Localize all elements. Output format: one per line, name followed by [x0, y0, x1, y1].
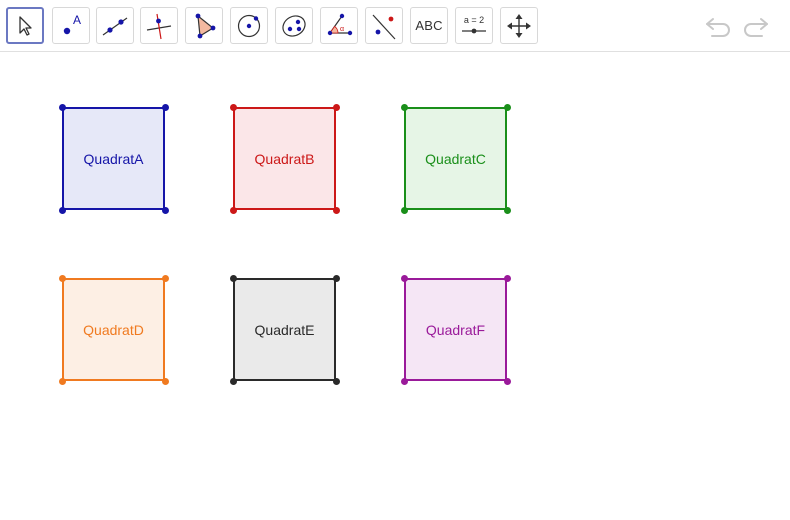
- move-graphics-view-tool[interactable]: [500, 7, 538, 44]
- reflect-tool[interactable]: [365, 7, 403, 44]
- quadrat-c-vertex-br[interactable]: [504, 207, 511, 214]
- quadrat-c-vertex-tl[interactable]: [401, 104, 408, 111]
- quadrat-e-label: QuadratE: [254, 321, 315, 338]
- quadrat-a[interactable]: QuadratA: [59, 104, 169, 214]
- quadrat-f-vertex-tl[interactable]: [401, 275, 408, 282]
- line-through-two-points-icon: [102, 17, 128, 35]
- quadrat-b[interactable]: QuadratB: [230, 104, 340, 214]
- reflect-about-line-icon: [372, 14, 396, 39]
- quadrat-e-polygon[interactable]: QuadratE: [233, 278, 336, 381]
- quadrat-f[interactable]: QuadratF: [401, 275, 511, 385]
- svg-text:A: A: [73, 13, 81, 27]
- undo-icon: [706, 18, 730, 37]
- perpendicular-line-tool[interactable]: [140, 7, 178, 44]
- ellipse-icon: [282, 14, 306, 37]
- polygon-tool[interactable]: [185, 7, 223, 44]
- quadrat-e-vertex-bl[interactable]: [230, 378, 237, 385]
- quadrat-e-vertex-tr[interactable]: [333, 275, 340, 282]
- circle-center-point-icon: [237, 14, 261, 37]
- point-tool[interactable]: A: [52, 7, 90, 44]
- svg-text:α: α: [340, 26, 344, 33]
- undo-button[interactable]: [704, 12, 734, 40]
- quadrat-d-polygon[interactable]: QuadratD: [62, 278, 165, 381]
- quadrat-d-vertex-tr[interactable]: [162, 275, 169, 282]
- quadrat-c[interactable]: QuadratC: [401, 104, 511, 214]
- redo-button[interactable]: [740, 12, 770, 40]
- point-icon: A: [63, 13, 81, 34]
- quadrat-f-vertex-bl[interactable]: [401, 378, 408, 385]
- quadrat-b-vertex-tl[interactable]: [230, 104, 237, 111]
- quadrat-f-vertex-tr[interactable]: [504, 275, 511, 282]
- arrow-cursor-icon: [19, 15, 32, 36]
- quadrat-c-vertex-bl[interactable]: [401, 207, 408, 214]
- ellipse-tool[interactable]: [275, 7, 313, 44]
- redo-icon: [744, 18, 768, 37]
- quadrat-d-vertex-br[interactable]: [162, 378, 169, 385]
- quadrat-f-vertex-br[interactable]: [504, 378, 511, 385]
- quadrat-d[interactable]: QuadratD: [59, 275, 169, 385]
- quadrat-a-vertex-tl[interactable]: [59, 104, 66, 111]
- quadrat-d-vertex-tl[interactable]: [59, 275, 66, 282]
- toolbar: A α ABC a = 2: [0, 0, 790, 52]
- quadrat-b-vertex-bl[interactable]: [230, 207, 237, 214]
- angle-tool[interactable]: α: [320, 7, 358, 44]
- circle-tool[interactable]: [230, 7, 268, 44]
- quadrat-b-vertex-br[interactable]: [333, 207, 340, 214]
- quadrat-a-vertex-bl[interactable]: [59, 207, 66, 214]
- quadrat-c-polygon[interactable]: QuadratC: [404, 107, 507, 210]
- quadrat-f-polygon[interactable]: QuadratF: [404, 278, 507, 381]
- quadrat-c-vertex-tr[interactable]: [504, 104, 511, 111]
- quadrat-a-polygon[interactable]: QuadratA: [62, 107, 165, 210]
- angle-icon: α: [327, 13, 353, 35]
- slider-tool[interactable]: a = 2: [455, 7, 493, 44]
- move-tool[interactable]: [6, 7, 44, 44]
- quadrat-a-vertex-tr[interactable]: [162, 104, 169, 111]
- polygon-icon: [195, 13, 216, 38]
- graphics-view[interactable]: QuadratA QuadratB QuadratC QuadratD Quad…: [0, 53, 790, 520]
- quadrat-e-vertex-tl[interactable]: [230, 275, 237, 282]
- quadrat-c-label: QuadratC: [425, 150, 486, 167]
- text-tool[interactable]: ABC: [410, 7, 448, 44]
- quadrat-a-label: QuadratA: [83, 150, 144, 167]
- quadrat-b-label: QuadratB: [254, 150, 315, 167]
- quadrat-b-polygon[interactable]: QuadratB: [233, 107, 336, 210]
- quadrat-a-vertex-br[interactable]: [162, 207, 169, 214]
- quadrat-e-vertex-br[interactable]: [333, 378, 340, 385]
- perpendicular-line-icon: [146, 13, 172, 39]
- quadrat-e[interactable]: QuadratE: [230, 275, 340, 385]
- svg-text:a = 2: a = 2: [464, 15, 484, 25]
- slider-icon: a = 2: [462, 15, 486, 33]
- quadrat-b-vertex-tr[interactable]: [333, 104, 340, 111]
- text-icon: ABC: [415, 18, 443, 33]
- move-graphics-view-icon: [507, 13, 531, 38]
- quadrat-d-label: QuadratD: [83, 321, 144, 338]
- line-tool[interactable]: [96, 7, 134, 44]
- quadrat-f-label: QuadratF: [425, 321, 486, 338]
- quadrat-d-vertex-bl[interactable]: [59, 378, 66, 385]
